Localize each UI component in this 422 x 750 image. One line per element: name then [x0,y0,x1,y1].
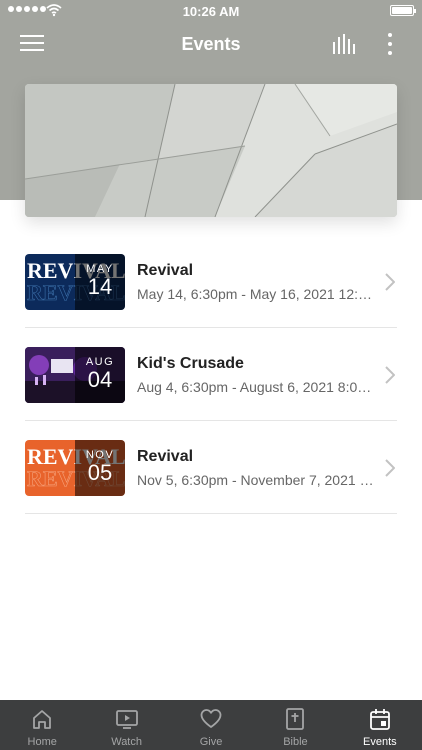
page-title: Events [181,34,241,54]
tab-bar: Home Watch Give Bible Events [0,700,422,750]
tab-home[interactable]: Home [0,700,84,750]
heart-icon [200,709,222,728]
events-hero-image [25,84,397,217]
tab-bible[interactable]: Bible [253,700,337,750]
chevron-right-icon [385,459,395,477]
event-title: Revival [137,448,194,465]
event-day: 04 [87,367,113,392]
event-thumbnail: AUG 04 [25,347,125,403]
status-bar: 10:26 AM [0,0,422,22]
home-icon [33,710,52,729]
bible-icon [286,708,305,730]
tab-label: Events [363,736,397,748]
tab-label: Give [199,736,223,748]
calendar-icon [369,709,390,730]
battery-icon [390,5,416,16]
event-thumbnail: REVIVAL REVIVAL NOV 05 [25,440,125,496]
event-day: 05 [87,460,113,485]
event-thumbnail: REVIVAL REVIVAL MAY 14 [25,254,125,310]
chevron-right-icon [385,273,395,291]
nav-bar: Events [0,22,422,66]
tv-icon [115,710,138,729]
live-bars-icon[interactable] [332,34,358,54]
event-title: Kid's Crusade [137,355,244,372]
tab-label: Home [27,736,57,748]
event-item[interactable]: AUG 04 Kid's Crusade Aug 4, 6:30pm - Aug… [25,328,397,421]
event-dates: Nov 5, 6:30pm - November 7, 2021 12:00pm [137,472,377,488]
event-date-badge: MAY 14 [75,254,125,310]
events-list: REVIVAL REVIVAL MAY 14 Revival May 14, 6… [25,235,397,514]
chevron-right-icon [385,366,395,384]
tab-events[interactable]: Events [338,700,422,750]
event-dates: May 14, 6:30pm - May 16, 2021 12:00pm [137,286,377,302]
tab-watch[interactable]: Watch [84,700,168,750]
event-date-badge: AUG 04 [75,347,125,403]
event-item[interactable]: REVIVAL REVIVAL NOV 05 Revival Nov 5, 6:… [25,421,397,514]
event-dates: Aug 4, 6:30pm - August 6, 2021 8:00pm [137,379,377,395]
more-options-icon[interactable] [380,32,400,56]
tab-label: Bible [283,736,308,748]
tab-give[interactable]: Give [169,700,253,750]
tab-label: Watch [111,736,142,748]
event-date-badge: NOV 05 [75,440,125,496]
status-time: 10:26 AM [182,4,240,19]
event-item[interactable]: REVIVAL REVIVAL MAY 14 Revival May 14, 6… [25,235,397,328]
event-title: Revival [137,262,194,279]
event-day: 14 [87,274,113,299]
